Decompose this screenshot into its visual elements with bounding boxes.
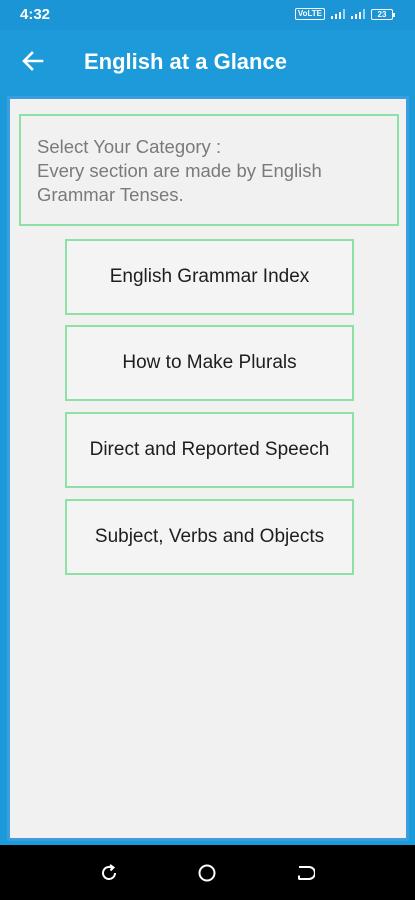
signal-icon <box>331 9 345 19</box>
back-button[interactable] <box>16 45 50 77</box>
recent-apps-icon <box>102 864 116 880</box>
info-description-line1: Every section are made by English <box>37 160 322 181</box>
system-nav-bar <box>0 845 415 900</box>
content-frame: Select Your Category : Every section are… <box>7 96 409 841</box>
recent-apps-button[interactable] <box>98 862 120 884</box>
arrow-left-icon <box>22 51 44 71</box>
app-bar: English at a Glance <box>0 30 415 92</box>
how-to-make-plurals-button[interactable]: How to Make Plurals <box>65 325 354 401</box>
direct-reported-speech-button[interactable]: Direct and Reported Speech <box>65 412 354 488</box>
volte-icon: VoLTE <box>294 8 325 20</box>
home-button[interactable] <box>196 862 218 884</box>
english-grammar-index-button[interactable]: English Grammar Index <box>65 239 354 315</box>
info-description-line2: Grammar Tenses. <box>37 184 184 205</box>
system-back-button[interactable] <box>294 862 316 884</box>
subject-verbs-objects-button[interactable]: Subject, Verbs and Objects <box>65 499 354 575</box>
home-icon <box>198 864 216 882</box>
status-icons: VoLTE 23 <box>294 8 395 20</box>
status-bar: 4:32 VoLTE 23 <box>0 0 415 30</box>
status-time: 4:32 <box>20 6 51 23</box>
category-info-box: Select Your Category : Every section are… <box>19 114 399 226</box>
page-title: English at a Glance <box>84 49 287 74</box>
battery-icon: 23 <box>371 8 395 20</box>
signal-icon-2 <box>351 9 365 19</box>
info-heading: Select Your Category : <box>37 136 222 157</box>
back-icon <box>298 866 315 880</box>
